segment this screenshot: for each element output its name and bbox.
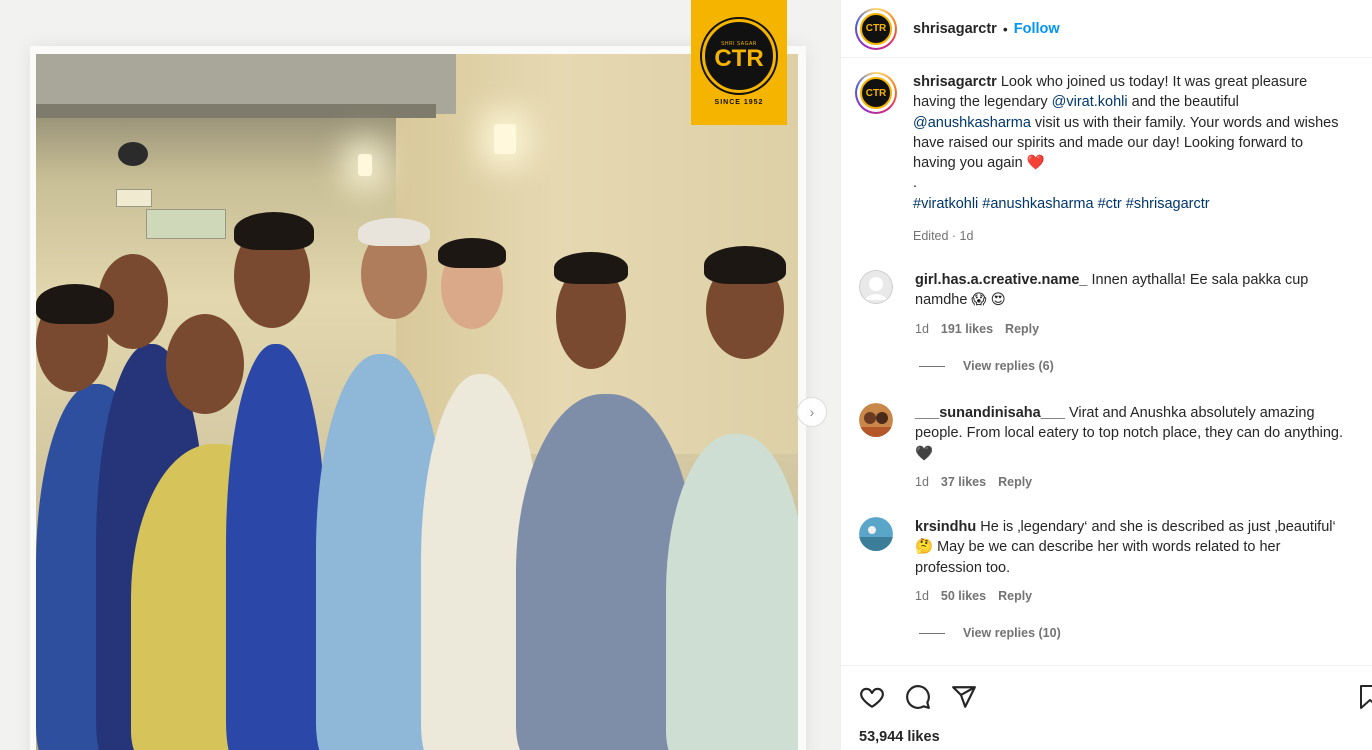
profile-avatar[interactable]: CTR <box>855 7 897 50</box>
logo-main-text: CTR <box>714 45 764 72</box>
caption-dot: . <box>913 175 918 192</box>
mention-link[interactable]: @anushkasharma <box>913 115 1031 131</box>
bookmark-icon[interactable] <box>1359 684 1372 710</box>
reply-button[interactable]: Reply <box>998 586 1032 606</box>
mention-link[interactable]: @virat.kohli <box>1052 94 1128 110</box>
brand-logo-emblem: SHRI SAGAR CTR <box>700 17 778 95</box>
hair <box>438 238 506 268</box>
hashtags[interactable]: #viratkohli #anushkasharma #ctr #shrisag… <box>913 194 1343 214</box>
hair <box>704 246 786 284</box>
comment-time[interactable]: 1d <box>915 319 929 339</box>
wall-sign <box>146 209 226 239</box>
comment-likes[interactable]: 37 likes <box>941 472 986 492</box>
wall-lamp <box>358 154 372 176</box>
chevron-right-icon: › <box>809 404 815 420</box>
brand-logo-badge: SHRI SAGAR CTR SINCE 1952 <box>691 0 787 125</box>
caption-avatar[interactable]: CTR <box>855 72 897 114</box>
heart-emoji: ❤️ <box>1026 155 1045 172</box>
comment-likes[interactable]: 191 likes <box>941 319 993 339</box>
commenter-avatar[interactable] <box>859 270 893 304</box>
comment: girl.has.a.creative.name_ Innen aythalla… <box>859 270 1359 339</box>
post-caption: CTR shrisagarctr Look who joined us toda… <box>855 72 1360 246</box>
commenter-avatar[interactable] <box>859 403 893 437</box>
comment-meta: 1d 37 likes Reply <box>915 472 1345 492</box>
view-replies-button[interactable]: View replies (6) <box>919 359 1054 373</box>
hair <box>36 284 114 324</box>
face <box>166 314 244 414</box>
share-icon[interactable] <box>951 684 977 710</box>
post-header: CTR shrisagarctr • Follow <box>841 0 1372 58</box>
person-light-shirt <box>666 434 798 750</box>
cap <box>358 218 430 246</box>
avatar-logo: CTR <box>860 77 892 109</box>
post-photo[interactable] <box>36 54 798 750</box>
comment-username[interactable]: ___sunandinisaha___ <box>915 405 1065 421</box>
caption-username[interactable]: shrisagarctr <box>913 74 997 90</box>
next-photo-button[interactable]: › <box>797 397 827 427</box>
reply-button[interactable]: Reply <box>1005 319 1039 339</box>
comment-username[interactable]: krsindhu <box>915 519 976 535</box>
reply-button[interactable]: Reply <box>998 472 1032 492</box>
divider-line <box>919 365 945 367</box>
comment: ___sunandinisaha___ Virat and Anushka ab… <box>859 403 1359 492</box>
comment-meta: 1d 50 likes Reply <box>915 586 1345 606</box>
comment-text: He is ‚legendary‘ and she is described a… <box>915 519 1336 576</box>
person <box>226 344 326 750</box>
comment-username[interactable]: girl.has.a.creative.name_ <box>915 272 1088 288</box>
caption-text-part: and the beautiful <box>1127 94 1239 111</box>
view-replies-label: View replies (10) <box>963 626 1061 640</box>
commenter-avatar[interactable] <box>859 517 893 551</box>
instagram-post-view: SHRI SAGAR CTR SINCE 1952 › CTR shrisaga… <box>0 0 1372 750</box>
view-replies-label: View replies (6) <box>963 359 1054 373</box>
heart-icon[interactable] <box>859 684 885 710</box>
caption-meta: Edited · 1d <box>913 229 974 244</box>
comment-time[interactable]: 1d <box>915 586 929 606</box>
cctv-camera <box>118 142 148 166</box>
follow-button[interactable]: Follow <box>1014 21 1060 37</box>
likes-count[interactable]: 53,944 likes <box>859 729 940 745</box>
wall-lamp <box>494 124 516 154</box>
avatar-logo: CTR <box>860 12 892 45</box>
hair <box>554 252 628 284</box>
divider-line <box>919 632 945 634</box>
hair <box>234 212 314 250</box>
comment-likes[interactable]: 50 likes <box>941 586 986 606</box>
view-replies-button[interactable]: View replies (10) <box>919 626 1061 640</box>
post-actions: 53,944 likes <box>841 665 1372 750</box>
post-side-panel: CTR shrisagarctr • Follow CTR shrisagarc… <box>840 0 1372 750</box>
logo-since-text: SINCE 1952 <box>714 99 764 106</box>
comment-time[interactable]: 1d <box>915 472 929 492</box>
ceiling-beam <box>36 104 436 118</box>
comment: krsindhu He is ‚legendary‘ and she is de… <box>859 517 1359 606</box>
comment-meta: 1d 191 likes Reply <box>915 319 1345 339</box>
wall-sign <box>116 189 152 207</box>
separator-dot: • <box>1002 20 1008 37</box>
caption-text: shrisagarctr Look who joined us today! I… <box>913 72 1343 246</box>
header-username[interactable]: shrisagarctr <box>913 21 997 37</box>
comment-icon[interactable] <box>905 684 931 710</box>
post-media: SHRI SAGAR CTR SINCE 1952 › <box>0 0 840 750</box>
